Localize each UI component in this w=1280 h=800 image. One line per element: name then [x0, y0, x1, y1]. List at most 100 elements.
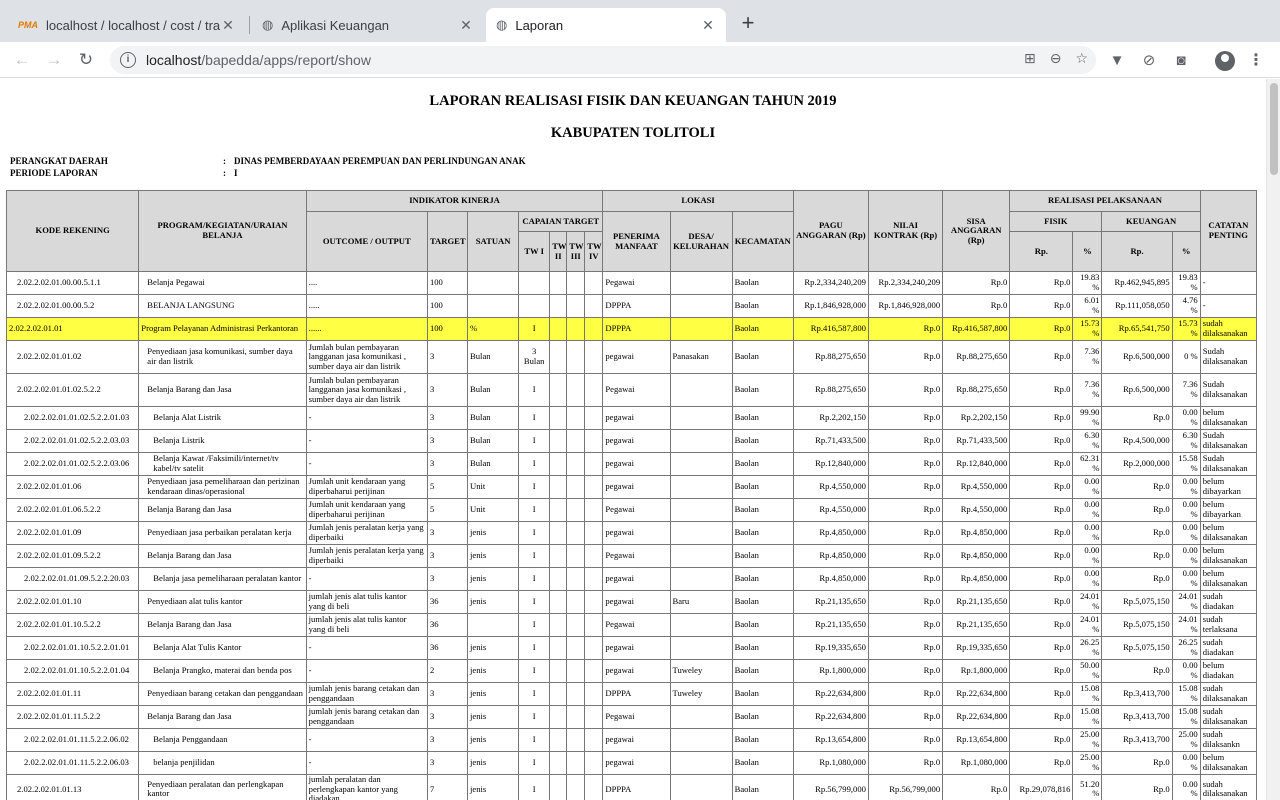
table-row: 2.02.2.02.01.01 Program Pelayanan Adminis…: [5, 317, 1258, 341]
cell-keuangan-rp: Rp.65,541,750: [1101, 317, 1173, 341]
cell-sisa: Rp.88,275,650: [942, 340, 1011, 374]
extension-circle-icon[interactable]: ⊘: [1140, 52, 1158, 70]
cell-tw1: I: [518, 373, 551, 407]
cell-nilai: Rp.0: [867, 728, 944, 752]
cell-program: Belanja jasa pemeliharaan peralatan kant…: [138, 567, 307, 591]
cell-tw3: [566, 271, 586, 295]
cell-kode: 2.02.2.02.01.01.09.5.2.2: [5, 544, 140, 568]
cell-tw2: [549, 613, 568, 637]
cell-kecamatan: Baolan: [731, 317, 794, 341]
cell-tw3: [566, 521, 586, 545]
cell-kode: 2.02.2.02.01.01.02.5.2.2: [5, 373, 140, 407]
cell-keuangan-pct: 26.25 %: [1171, 636, 1201, 660]
cell-outcome: Jumlah bulan pembayaran langganan jasa k…: [305, 340, 428, 374]
cell-tw3: [566, 751, 586, 775]
zoom-out-icon[interactable]: ⊖: [1050, 50, 1062, 67]
cell-nilai: Rp.0: [867, 636, 944, 660]
info-icon[interactable]: i: [120, 52, 136, 68]
profile-avatar-icon[interactable]: [1215, 51, 1235, 71]
cell-program: Penyediaan alat tulis kantor: [138, 590, 307, 614]
star-icon[interactable]: ☆: [1075, 50, 1088, 67]
cell-kode: 2.02.2.02.01.01.13: [5, 774, 140, 800]
cell-tw2: [549, 567, 568, 591]
cell-keuangan-pct: 0.00 %: [1171, 774, 1201, 800]
cell-catatan: sudah diadakan: [1199, 636, 1258, 660]
cell-outcome: -: [305, 659, 428, 683]
cell-outcome: jumlah jenis barang cetakan dan penggand…: [305, 705, 428, 729]
cell-fisik-pct: 24.01 %: [1072, 590, 1103, 614]
cell-tw2: [549, 728, 568, 752]
cell-pagu: Rp.4,850,000: [792, 521, 869, 545]
cell-satuan: [467, 271, 520, 295]
extension-v-icon[interactable]: ▼: [1108, 52, 1126, 70]
close-icon[interactable]: ✕: [700, 17, 716, 34]
cell-pagu: Rp.13,654,800: [792, 728, 869, 752]
table-row: 2.02.2.02.01.01.11.5.2.2.06.03 belanja pe…: [5, 751, 1258, 775]
forward-arrow-icon[interactable]: →: [42, 48, 66, 72]
cell-satuan: jenis: [467, 590, 520, 614]
scrollbar-thumb[interactable]: [1270, 83, 1278, 175]
cell-nilai: Rp.0: [867, 751, 944, 775]
reload-icon[interactable]: ↻: [74, 48, 98, 72]
address-bar[interactable]: i localhost/bapedda/apps/report/show ⊞ ⊖…: [110, 46, 1096, 74]
cell-catatan: sudah dilaksanakan: [1199, 705, 1258, 729]
cell-fisik-pct: 0.00 %: [1072, 498, 1103, 522]
new-tab-plus-icon[interactable]: +: [736, 12, 760, 36]
cell-sisa: Rp.19,335,650: [942, 636, 1011, 660]
cell-sisa: Rp.22,634,800: [942, 705, 1011, 729]
cell-nilai: Rp.0: [867, 567, 944, 591]
cell-nilai: Rp.0: [867, 590, 944, 614]
cell-tw4: [584, 294, 604, 318]
cell-tw1: I: [518, 429, 551, 453]
meta-colon: :: [223, 156, 226, 166]
cell-tw4: [584, 406, 604, 430]
cell-kecamatan: Baolan: [731, 728, 794, 752]
cell-fisik-pct: 25.00 %: [1072, 751, 1103, 775]
cell-keuangan-rp: Rp.4,500,000: [1101, 429, 1173, 453]
cell-program: Belanja Barang dan Jasa: [138, 544, 307, 568]
cell-tw4: [584, 521, 604, 545]
tab-laporan[interactable]: ◍ Laporan ✕: [486, 8, 726, 42]
cell-desa: [669, 613, 733, 637]
camera-icon[interactable]: ◙: [1172, 52, 1190, 70]
cell-sisa: Rp.4,850,000: [942, 567, 1011, 591]
close-icon[interactable]: ✕: [220, 17, 236, 34]
cell-desa: Baru: [669, 590, 733, 614]
cell-penerima: pegawai: [602, 636, 671, 660]
cell-kecamatan: Baolan: [731, 544, 794, 568]
cell-pagu: Rp.4,850,000: [792, 544, 869, 568]
close-icon[interactable]: ✕: [458, 17, 474, 34]
cell-tw4: [584, 452, 604, 476]
kebab-menu-icon[interactable]: ⋮: [1248, 52, 1264, 70]
back-arrow-icon[interactable]: ←: [10, 48, 34, 72]
cell-desa: [669, 498, 733, 522]
cell-target: 5: [426, 498, 469, 522]
translate-icon[interactable]: ⊞: [1024, 50, 1036, 67]
vertical-scrollbar[interactable]: [1266, 79, 1280, 800]
cell-tw3: [566, 636, 586, 660]
cell-fisik-pct: 99.90 %: [1072, 406, 1103, 430]
table-row: 2.02.2.02.01.01.02.5.2.2.01.03 Belanja Al…: [5, 406, 1258, 430]
cell-outcome: ....: [305, 271, 428, 295]
tab-phpmyadmin[interactable]: PMA localhost / localhost / cost / tra ✕: [8, 8, 246, 42]
cell-fisik-pct: 19.83 %: [1072, 271, 1103, 295]
cell-tw1: I: [518, 682, 551, 706]
cell-program: Belanja Alat Listrik: [138, 406, 307, 430]
cell-tw1: I: [518, 406, 551, 430]
cell-keuangan-rp: Rp.0: [1101, 659, 1173, 683]
cell-nilai: Rp.56,799,000: [867, 774, 944, 800]
cell-tw3: [566, 567, 586, 591]
cell-sisa: Rp.4,550,000: [942, 475, 1011, 499]
cell-tw2: [549, 751, 568, 775]
cell-fisik-rp: Rp.0: [1009, 406, 1074, 430]
cell-nilai: Rp.0: [867, 406, 944, 430]
cell-fisik-rp: Rp.0: [1009, 373, 1074, 407]
url-text[interactable]: localhost/bapedda/apps/report/show: [146, 52, 371, 68]
cell-fisik-rp: Rp.0: [1009, 682, 1074, 706]
cell-program: Belanja Barang dan Jasa: [138, 613, 307, 637]
tab-aplikasi-keuangan[interactable]: ◍ Aplikasi Keuangan ✕: [252, 8, 484, 42]
header-desa: DESA/ KELURAHAN: [669, 211, 733, 272]
cell-desa: Panasakan: [669, 340, 733, 374]
cell-tw4: [584, 728, 604, 752]
url-path: /bapedda/apps/report/show: [201, 52, 371, 68]
